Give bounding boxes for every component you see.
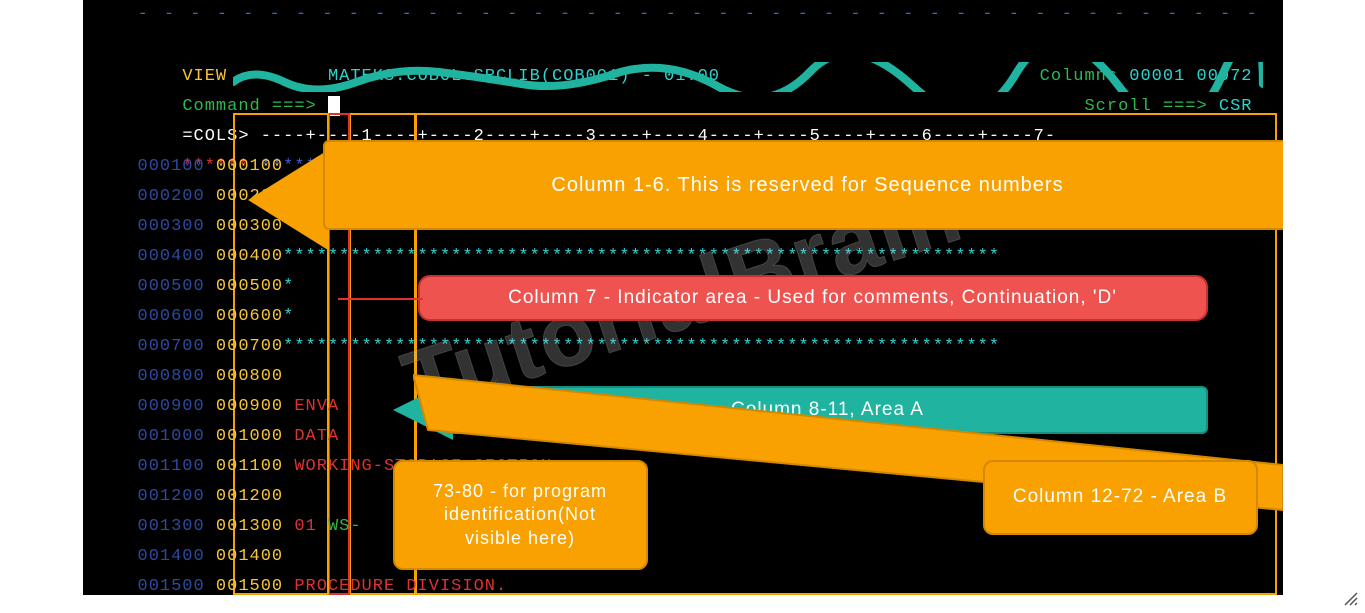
source-line: 000700 000700***************************… [138,332,1001,362]
page-frame: - - - - - - - - - - - - - - - - - - - - … [0,0,1365,613]
annotation-indicator-text: Column 7 - Indicator area - Used for com… [508,286,1117,311]
annotation-area-a-text: Column 8-11, Area A [731,398,924,423]
annotation-area-b-text: Column 12-72 - Area B [1013,485,1227,510]
annotation-area-b: Column 12-72 - Area B [983,460,1258,535]
annotation-sequence-text: Column 1-6. This is reserved for Sequenc… [551,172,1063,198]
terminal-screen: - - - - - - - - - - - - - - - - - - - - … [83,0,1283,595]
annotation-ident: 73-80 - for program identification(Not v… [393,460,648,570]
command-underline [233,62,1263,92]
source-line: 000800 000800 [138,362,295,392]
annotation-ident-text: 73-80 - for program identification(Not v… [415,480,626,550]
source-line: 000600 000600* [138,302,295,332]
source-line: 001400 001400 [138,542,295,572]
annotation-indicator: Column 7 - Indicator area - Used for com… [418,275,1208,321]
source-line: 000900 000900 ENVA [138,392,340,422]
source-line: 001000 001000 DATA [138,422,340,452]
resize-handle-icon[interactable] [1343,591,1359,607]
source-line: 001200 001200 [138,482,295,512]
source-line: 001500 001500 PROCEDURE DIVISION. [138,572,508,595]
indicator-connector [338,296,423,302]
top-border: - - - - - - - - - - - - - - - - - - - - … [138,5,1273,25]
source-line: 000500 000500* [138,272,295,302]
